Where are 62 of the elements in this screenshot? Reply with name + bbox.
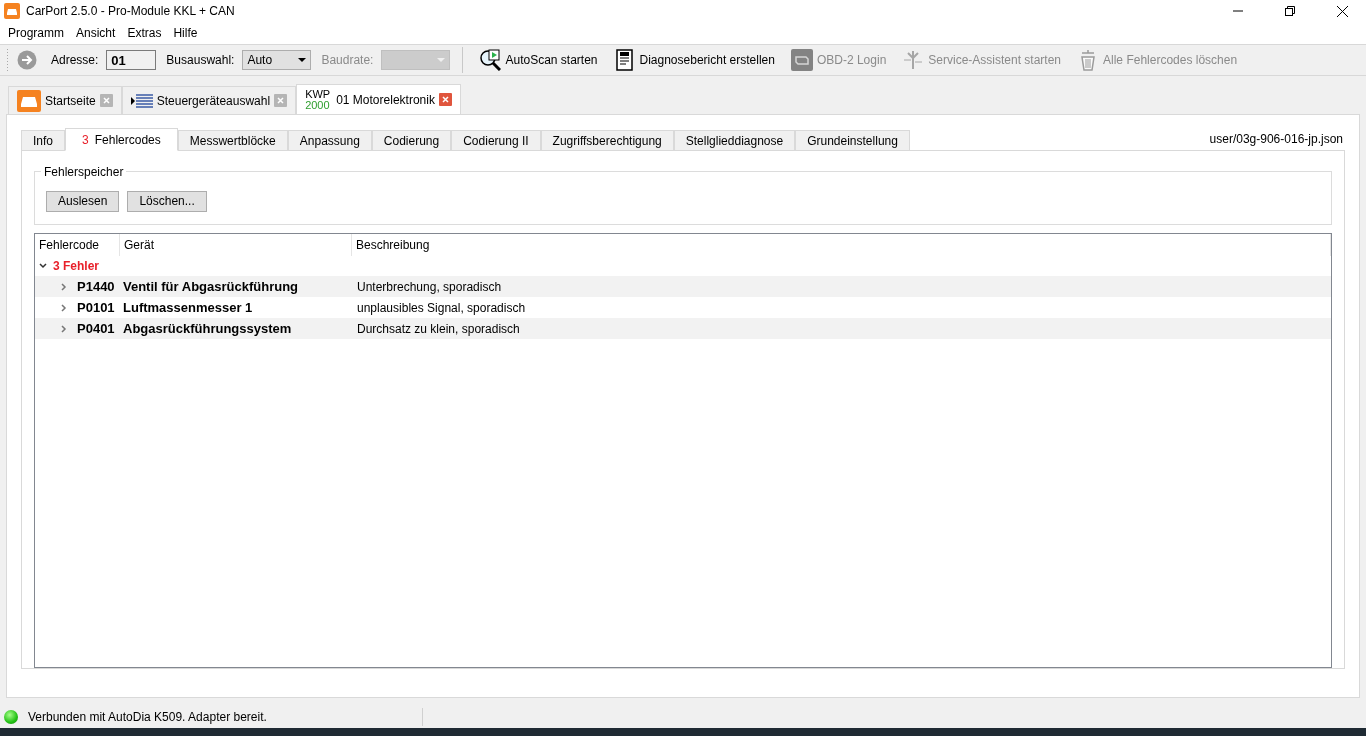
file-path: user/03g-906-016-jp.json (1209, 131, 1343, 148)
chevron-down-icon[interactable] (39, 262, 47, 270)
document-tab[interactable]: Steuergeräteauswahl (121, 86, 297, 114)
fault-description: unplausibles Signal, sporadisch (356, 299, 526, 317)
tab-label: Steuergeräteauswahl (156, 92, 271, 110)
address-label: Adresse: (51, 52, 99, 69)
grip-icon (6, 49, 9, 71)
address-field[interactable]: 01 (106, 50, 157, 70)
action-button[interactable]: Löschen... (127, 190, 207, 212)
tab-label: Fehlercodes (94, 131, 161, 149)
report-document-icon (613, 49, 636, 71)
toolbar-button[interactable]: Diagnosebericht erstellen (609, 46, 779, 74)
baud-label: Baudrate: (321, 52, 374, 69)
error-count: 3 (82, 131, 89, 149)
device-name: Ventil für Abgasrückführung (123, 277, 300, 296)
car-icon (17, 89, 41, 112)
bus-select[interactable]: Auto (242, 50, 312, 70)
protocol-version: 2000 (305, 99, 331, 111)
device-name: Luftmassenmesser 1 (123, 298, 254, 317)
magnifier-icon (479, 49, 502, 71)
chevron-right-icon[interactable] (60, 282, 68, 291)
menu-item[interactable]: Extras (121, 24, 168, 42)
list-icon (130, 93, 153, 108)
engine-icon (790, 49, 813, 71)
action-button[interactable]: Auslesen (46, 190, 120, 212)
chevron-right-icon[interactable] (60, 324, 68, 333)
tab-label: Startseite (45, 92, 96, 110)
sub-tab[interactable]: Codierung (371, 130, 452, 150)
status-text: Verbunden mit AutoDia K509. Adapter bereit. (28, 708, 423, 726)
fault-description: Unterbrechung, sporadisch (356, 278, 502, 296)
window-title: CarPort 2.5.0 - Pro-Module KKL + CAN (26, 3, 235, 20)
sub-tab[interactable]: Grundeinstellung (795, 130, 910, 150)
fault-description: Durchsatz zu klein, sporadisch (356, 320, 520, 338)
toolbar-button[interactable]: AutoScan starten (475, 46, 602, 74)
device-name: Abgasrückführungssystem (123, 319, 293, 338)
tab-label: 01 Motorelektronik (336, 91, 435, 109)
fault-code: P0101 (77, 298, 116, 317)
column-header[interactable]: Gerät (120, 234, 352, 256)
group-label: 3 Fehler (53, 258, 100, 275)
protocol-label: KWP (305, 88, 331, 100)
sub-tab[interactable]: Info (21, 130, 65, 150)
sub-tab[interactable]: 3 Fehlercodes (65, 128, 178, 151)
close-icon[interactable] (1337, 5, 1348, 17)
dropdown-caret-icon (437, 58, 446, 62)
sub-tab[interactable]: Messwertblöcke (177, 130, 288, 150)
column-header[interactable]: Beschreibung (352, 234, 1331, 256)
fault-code: P1440 (77, 277, 116, 296)
menu-item[interactable]: Programm (2, 24, 70, 42)
column-header[interactable]: Fehlercode (35, 234, 120, 256)
bus-label: Busauswahl: (166, 52, 235, 69)
sub-tab[interactable]: Zugriffsberechtigung (540, 130, 674, 150)
menu-item[interactable]: Ansicht (70, 24, 122, 42)
sub-tab[interactable]: Codierung II (451, 130, 541, 150)
menu-item[interactable]: Hilfe (167, 24, 204, 42)
chevron-right-icon[interactable] (60, 303, 68, 312)
restore-icon[interactable] (1285, 6, 1295, 16)
sub-tab[interactable]: Anpassung (287, 130, 372, 150)
sub-tab[interactable]: Stellglieddiagnose (673, 130, 796, 150)
car-logo-icon (4, 3, 20, 19)
fault-code: P0401 (77, 319, 116, 338)
document-tab[interactable]: Startseite (8, 86, 122, 114)
dropdown-caret-icon (298, 58, 307, 62)
